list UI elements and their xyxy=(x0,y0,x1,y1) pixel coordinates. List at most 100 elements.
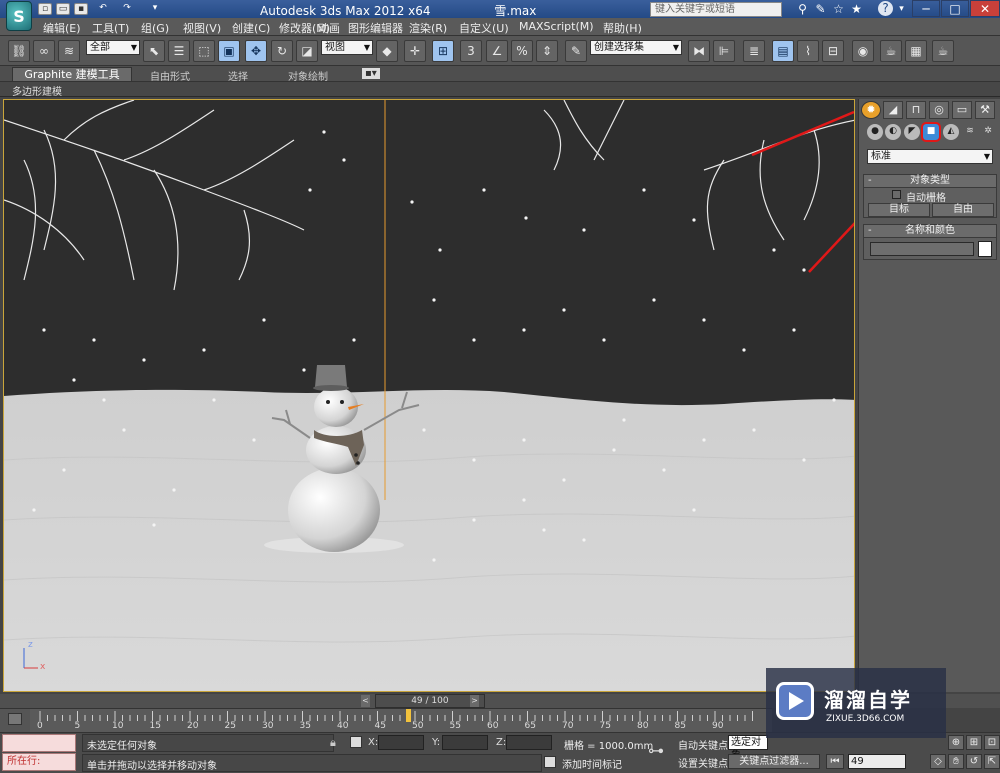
current-frame-field[interactable]: 49 xyxy=(848,754,906,769)
display-tab-icon[interactable]: ▭ xyxy=(952,101,972,119)
search-input[interactable]: 键入关键字或短语 xyxy=(650,2,782,17)
favorites-icon[interactable]: ★ xyxy=(848,1,865,17)
help-icon[interactable]: ? xyxy=(878,1,893,16)
open-file-icon[interactable]: ▭ xyxy=(56,3,70,15)
redo-icon[interactable]: ↷ xyxy=(120,3,134,15)
helpers-icon[interactable]: ◭ xyxy=(943,124,959,140)
lock-selection-icon[interactable]: 🔒︎ xyxy=(330,736,336,750)
rectangular-selection-icon[interactable]: ⬚ xyxy=(193,40,215,62)
selection-filter-dropdown[interactable]: 全部 ▼ xyxy=(86,40,140,55)
auto-key-button[interactable]: 自动关键点 xyxy=(678,737,728,752)
menu-group[interactable]: 组(G) xyxy=(141,20,169,36)
cameras-icon[interactable]: ■ xyxy=(921,122,941,142)
ribbon-options-icon[interactable]: ▪▾ xyxy=(362,68,380,79)
hierarchy-tab-icon[interactable]: ⊓ xyxy=(906,101,926,119)
key-filters-button[interactable]: 关键点过滤器... xyxy=(728,754,820,769)
track-bar[interactable]: 0 5 10 15 20 25 30 35 40 45 50 55 60 65 70 75 80 85 90 xyxy=(30,708,772,732)
manipulate-icon[interactable]: ✛ xyxy=(404,40,426,62)
spinner-snap-icon[interactable]: ⇕ xyxy=(536,40,558,62)
save-file-icon[interactable]: ▪ xyxy=(74,3,88,15)
menu-animation[interactable]: 动画 xyxy=(318,20,340,36)
quick-access-dropdown-icon[interactable]: ▾ xyxy=(148,3,162,15)
object-name-input[interactable] xyxy=(870,242,974,256)
go-to-start-icon[interactable]: ⏮ xyxy=(826,754,844,769)
pivot-center-icon[interactable]: ◆ xyxy=(376,40,398,62)
x-coordinate-field[interactable] xyxy=(378,735,424,750)
next-frame-arrow-icon[interactable]: > xyxy=(470,695,479,707)
pan-view-icon[interactable]: ✋︎ xyxy=(948,754,964,769)
minimize-button[interactable]: ─ xyxy=(912,0,940,17)
add-time-tag-text[interactable]: 添加时间标记 xyxy=(562,756,622,771)
motion-tab-icon[interactable]: ◎ xyxy=(929,101,949,119)
named-selection-dropdown[interactable]: 创建选择集 ▼ xyxy=(590,40,682,55)
modify-tab-icon[interactable]: ◢ xyxy=(883,101,903,119)
star-icon[interactable]: ☆ xyxy=(830,1,847,17)
auto-grid-checkbox[interactable] xyxy=(892,190,901,199)
menu-create[interactable]: 创建(C) xyxy=(232,20,270,36)
set-key-button[interactable]: 设置关键点 xyxy=(678,755,728,770)
select-and-move-icon[interactable]: ✥ xyxy=(245,40,267,62)
space-warps-icon[interactable]: ≋ xyxy=(962,124,978,140)
align-icon[interactable]: ⊫ xyxy=(713,40,735,62)
curve-editor-icon[interactable]: ⌇ xyxy=(797,40,819,62)
object-type-title[interactable]: - 对象类型 xyxy=(864,175,996,188)
object-color-swatch[interactable] xyxy=(978,241,992,257)
link-icon[interactable]: ⛓ xyxy=(8,40,30,62)
menu-graph-editors[interactable]: 图形编辑器 xyxy=(348,20,403,36)
absolute-mode-icon[interactable] xyxy=(350,736,362,748)
zoom-all-icon[interactable]: ⊞ xyxy=(966,735,982,750)
menu-edit[interactable]: 编辑(E) xyxy=(43,20,81,36)
zoom-icon[interactable]: ⊕ xyxy=(948,735,964,750)
maximize-button[interactable]: □ xyxy=(941,0,969,17)
keyboard-shortcut-override-icon[interactable]: ⊞ xyxy=(432,40,454,62)
close-button[interactable]: ✕ xyxy=(970,0,1000,17)
free-camera-button[interactable]: 自由 xyxy=(932,203,994,217)
perspective-viewport[interactable]: z x xyxy=(3,99,855,692)
select-object-icon[interactable]: ⬉ xyxy=(143,40,165,62)
menu-maxscript[interactable]: MAXScript(M) xyxy=(519,20,594,33)
create-tab-icon[interactable]: ✹ xyxy=(861,101,881,119)
tools-icon[interactable]: ✎ xyxy=(812,1,829,17)
app-logo-icon[interactable]: S xyxy=(6,1,32,31)
percent-snap-icon[interactable]: % xyxy=(511,40,533,62)
undo-icon[interactable]: ↶ xyxy=(96,3,110,15)
zoom-extents-icon[interactable]: ⊡ xyxy=(984,735,1000,750)
orbit-icon[interactable]: ↺ xyxy=(966,754,982,769)
field-of-view-icon[interactable]: ◇ xyxy=(930,754,946,769)
z-coordinate-field[interactable] xyxy=(506,735,552,750)
render-setup-icon[interactable]: ☕ xyxy=(880,40,902,62)
menu-rendering[interactable]: 渲染(R) xyxy=(409,20,447,36)
time-slider[interactable]: 49 / 100 xyxy=(374,694,485,708)
angle-snap-icon[interactable]: ∠ xyxy=(486,40,508,62)
target-camera-button[interactable]: 目标 xyxy=(868,203,930,217)
menu-tools[interactable]: 工具(T) xyxy=(92,20,129,36)
schematic-view-icon[interactable]: ⊟ xyxy=(822,40,844,62)
maxscript-mini-listener[interactable] xyxy=(2,734,76,752)
tab-selection[interactable]: 选择 xyxy=(228,68,248,83)
select-by-name-icon[interactable]: ☰ xyxy=(168,40,190,62)
geometry-icon[interactable]: ● xyxy=(867,124,883,140)
graphite-toggle-icon[interactable]: ▤ xyxy=(772,40,794,62)
menu-views[interactable]: 视图(V) xyxy=(183,20,221,36)
help-dropdown-icon[interactable]: ▾ xyxy=(893,1,910,17)
set-key-icon[interactable]: ⊶ xyxy=(648,741,664,760)
systems-icon[interactable]: ✲ xyxy=(980,124,996,140)
selected-dropdown[interactable]: 选定对象 xyxy=(728,735,768,761)
tab-object-paint[interactable]: 对象绘制 xyxy=(288,68,328,83)
shapes-icon[interactable]: ◐ xyxy=(885,124,901,140)
binoculars-icon[interactable]: ⚲ xyxy=(794,1,811,17)
name-and-color-title[interactable]: - 名称和颜色 xyxy=(864,225,996,238)
category-dropdown[interactable]: 标准 ▼ xyxy=(867,149,993,164)
maximize-viewport-icon[interactable]: ⇱ xyxy=(984,754,1000,769)
lights-icon[interactable]: ◤ xyxy=(904,124,920,140)
y-coordinate-field[interactable] xyxy=(442,735,488,750)
rendered-frame-icon[interactable]: ▦ xyxy=(905,40,927,62)
bind-space-warp-icon[interactable]: ≋ xyxy=(58,40,80,62)
unlink-icon[interactable]: ∞ xyxy=(33,40,55,62)
polygon-modeling-label[interactable]: 多边形建模 xyxy=(12,83,62,98)
utilities-tab-icon[interactable]: ⚒ xyxy=(975,101,995,119)
prev-frame-arrow-icon[interactable]: < xyxy=(361,695,370,707)
listener-line-label[interactable]: 所在行: xyxy=(2,753,76,771)
window-crossing-icon[interactable]: ▣ xyxy=(218,40,240,62)
menu-customize[interactable]: 自定义(U) xyxy=(459,20,509,36)
